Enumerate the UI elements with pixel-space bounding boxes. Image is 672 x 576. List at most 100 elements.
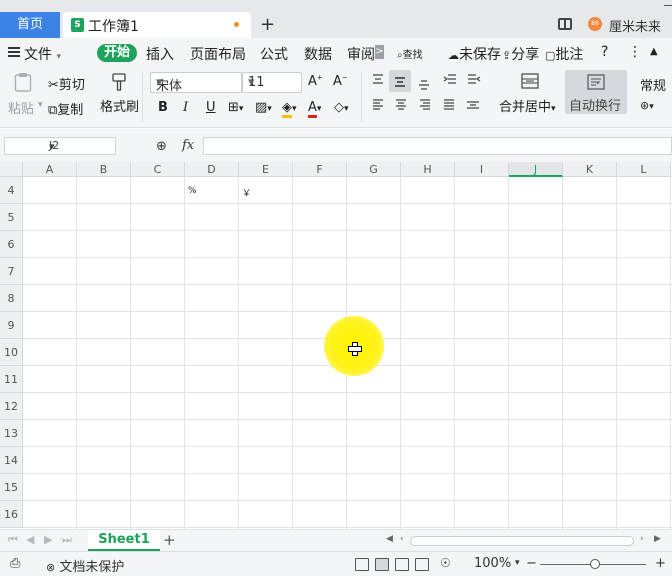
next-sheet-icon[interactable]: ▶ xyxy=(44,533,52,546)
font-size-select[interactable]: 11 ▾ xyxy=(242,72,302,93)
share-button[interactable]: ⇪分享 xyxy=(502,44,539,64)
align-right-icon[interactable] xyxy=(419,99,431,111)
menu-review[interactable]: 审阅 xyxy=(347,44,375,64)
currency-format-button[interactable]: ⊛▾ xyxy=(640,99,654,112)
scroll-right-icon[interactable]: ▶ xyxy=(654,534,661,544)
menu-start[interactable]: 开始 xyxy=(97,44,137,62)
row-header-12[interactable]: 12 xyxy=(0,393,23,420)
more-options-icon[interactable]: ⋮ xyxy=(628,44,642,60)
user-avatar[interactable]: 88 xyxy=(588,17,602,31)
prev-sheet-icon[interactable]: ◀ xyxy=(26,533,34,546)
hamburger-menu-icon[interactable] xyxy=(8,47,20,57)
column-header-f[interactable]: F xyxy=(293,162,347,177)
menu-data[interactable]: 数据 xyxy=(304,44,332,64)
last-sheet-icon[interactable]: ⏭ xyxy=(62,533,72,547)
increase-indent-icon[interactable] xyxy=(467,74,481,86)
menu-insert[interactable]: 插入 xyxy=(146,44,174,64)
format-painter-button[interactable]: 格式刷 xyxy=(100,96,139,115)
align-left-icon[interactable] xyxy=(372,99,384,111)
sheet-tab-sheet1[interactable]: Sheet1 xyxy=(88,530,160,551)
minimize-icon[interactable] xyxy=(662,0,672,10)
align-center-icon[interactable] xyxy=(395,99,407,111)
scroll-left-small-icon[interactable]: ‹ xyxy=(400,534,404,544)
column-header-a[interactable]: A xyxy=(23,162,77,177)
column-header-d[interactable]: D xyxy=(185,162,239,177)
insert-function-button[interactable]: fx xyxy=(182,138,194,153)
clear-format-button[interactable]: ◇▾ xyxy=(334,100,349,115)
eye-protection-icon[interactable] xyxy=(355,558,369,571)
auto-wrap-button[interactable]: 自动换行 xyxy=(565,70,627,114)
cell-e4[interactable]: ￥ xyxy=(242,186,251,199)
page-break-view-icon[interactable] xyxy=(415,558,429,571)
align-bottom-icon[interactable] xyxy=(418,78,430,90)
worksheet-grid[interactable]: A B C D E F G H I J K L 4 5 6 7 8 9 10 11 12 13 14 15 16% ￥ xyxy=(0,162,672,529)
menu-page-layout[interactable]: 页面布局 xyxy=(190,44,246,64)
zoom-formula-icon[interactable]: ⊕ xyxy=(156,139,167,154)
border-button[interactable]: ⊞▾ xyxy=(228,100,243,115)
unsaved-status[interactable]: ☁未保存 xyxy=(448,44,501,64)
column-header-h[interactable]: H xyxy=(401,162,455,177)
increase-font-button[interactable]: A+ xyxy=(308,74,323,89)
cell-style-button[interactable]: ▨▾ xyxy=(255,100,272,115)
reading-mode-icon[interactable]: ☉ xyxy=(440,556,451,570)
zoom-level[interactable]: 100% xyxy=(474,556,511,571)
row-header-16[interactable]: 16 xyxy=(0,501,23,528)
row-header-15[interactable]: 15 xyxy=(0,474,23,501)
normal-view-icon[interactable] xyxy=(375,558,389,571)
justify-icon[interactable] xyxy=(443,99,455,111)
select-all-corner[interactable] xyxy=(0,162,23,177)
scroll-left-icon[interactable]: ◀ xyxy=(386,534,393,544)
decrease-font-button[interactable]: A− xyxy=(333,74,348,89)
distributed-align-icon[interactable] xyxy=(466,99,480,111)
collapse-ribbon-icon[interactable]: ▲ xyxy=(650,46,658,57)
protect-status[interactable]: ⊗ 文档未保护 xyxy=(46,556,124,575)
font-name-select[interactable]: 宋体 ▾ xyxy=(150,72,242,94)
merge-center-button[interactable]: 合并居中▾ xyxy=(499,96,556,115)
row-header-8[interactable]: 8 xyxy=(0,285,23,312)
page-layout-view-icon[interactable] xyxy=(395,558,409,571)
document-tab[interactable]: S 工作簿1 xyxy=(63,12,251,38)
row-header-14[interactable]: 14 xyxy=(0,447,23,474)
align-top-icon[interactable] xyxy=(372,74,384,86)
column-header-g[interactable]: G xyxy=(347,162,401,177)
comment-button[interactable]: ▢批注 xyxy=(545,44,583,64)
row-header-10[interactable]: 10 xyxy=(0,339,23,366)
merge-center-icon[interactable] xyxy=(521,73,539,89)
zoom-dropdown-icon[interactable]: ▾ xyxy=(515,558,520,568)
column-header-i[interactable]: I xyxy=(455,162,509,177)
name-box[interactable]: J2 ▾ xyxy=(4,137,116,155)
paste-icon[interactable] xyxy=(14,72,32,92)
menu-file[interactable]: 文件 ▾ xyxy=(24,44,61,64)
cell-d4[interactable]: % xyxy=(188,186,197,196)
row-header-7[interactable]: 7 xyxy=(0,258,23,285)
window-layout-icon[interactable] xyxy=(558,18,572,30)
paste-dropdown-icon[interactable]: ▾ xyxy=(38,100,43,110)
column-header-e[interactable]: E xyxy=(239,162,293,177)
first-sheet-icon[interactable]: ⏮ xyxy=(8,533,18,547)
formula-input[interactable] xyxy=(203,137,672,155)
macro-record-icon[interactable]: ⎙ xyxy=(10,556,20,571)
align-middle-icon[interactable] xyxy=(394,76,406,88)
new-tab-button[interactable]: + xyxy=(260,14,275,35)
column-header-c[interactable]: C xyxy=(131,162,185,177)
help-button[interactable]: ? xyxy=(601,44,608,60)
column-header-l[interactable]: L xyxy=(617,162,671,177)
format-painter-icon[interactable] xyxy=(111,72,127,92)
user-name[interactable]: 厘米未来 xyxy=(609,16,661,35)
number-format-select[interactable]: 常规 xyxy=(640,75,666,94)
row-header-13[interactable]: 13 xyxy=(0,420,23,447)
menu-scroll-right-button[interactable]: > xyxy=(375,45,384,59)
zoom-slider-handle[interactable] xyxy=(590,559,600,569)
zoom-in-button[interactable]: + xyxy=(655,556,666,571)
add-sheet-button[interactable]: + xyxy=(163,531,176,549)
home-tab[interactable]: 首页 xyxy=(0,12,60,38)
menu-formula[interactable]: 公式 xyxy=(260,44,288,64)
font-color-button[interactable]: A▾ xyxy=(308,100,321,118)
paste-button[interactable]: 粘贴 xyxy=(8,98,34,117)
scroll-right-small-icon[interactable]: › xyxy=(640,534,644,544)
search-button[interactable]: ⌕查找 xyxy=(397,46,423,61)
row-header-4[interactable]: 4 xyxy=(0,177,23,204)
decrease-indent-icon[interactable] xyxy=(443,74,457,86)
fill-color-button[interactable]: ◈▾ xyxy=(282,100,297,118)
copy-button[interactable]: ⧉复制 xyxy=(48,99,83,118)
